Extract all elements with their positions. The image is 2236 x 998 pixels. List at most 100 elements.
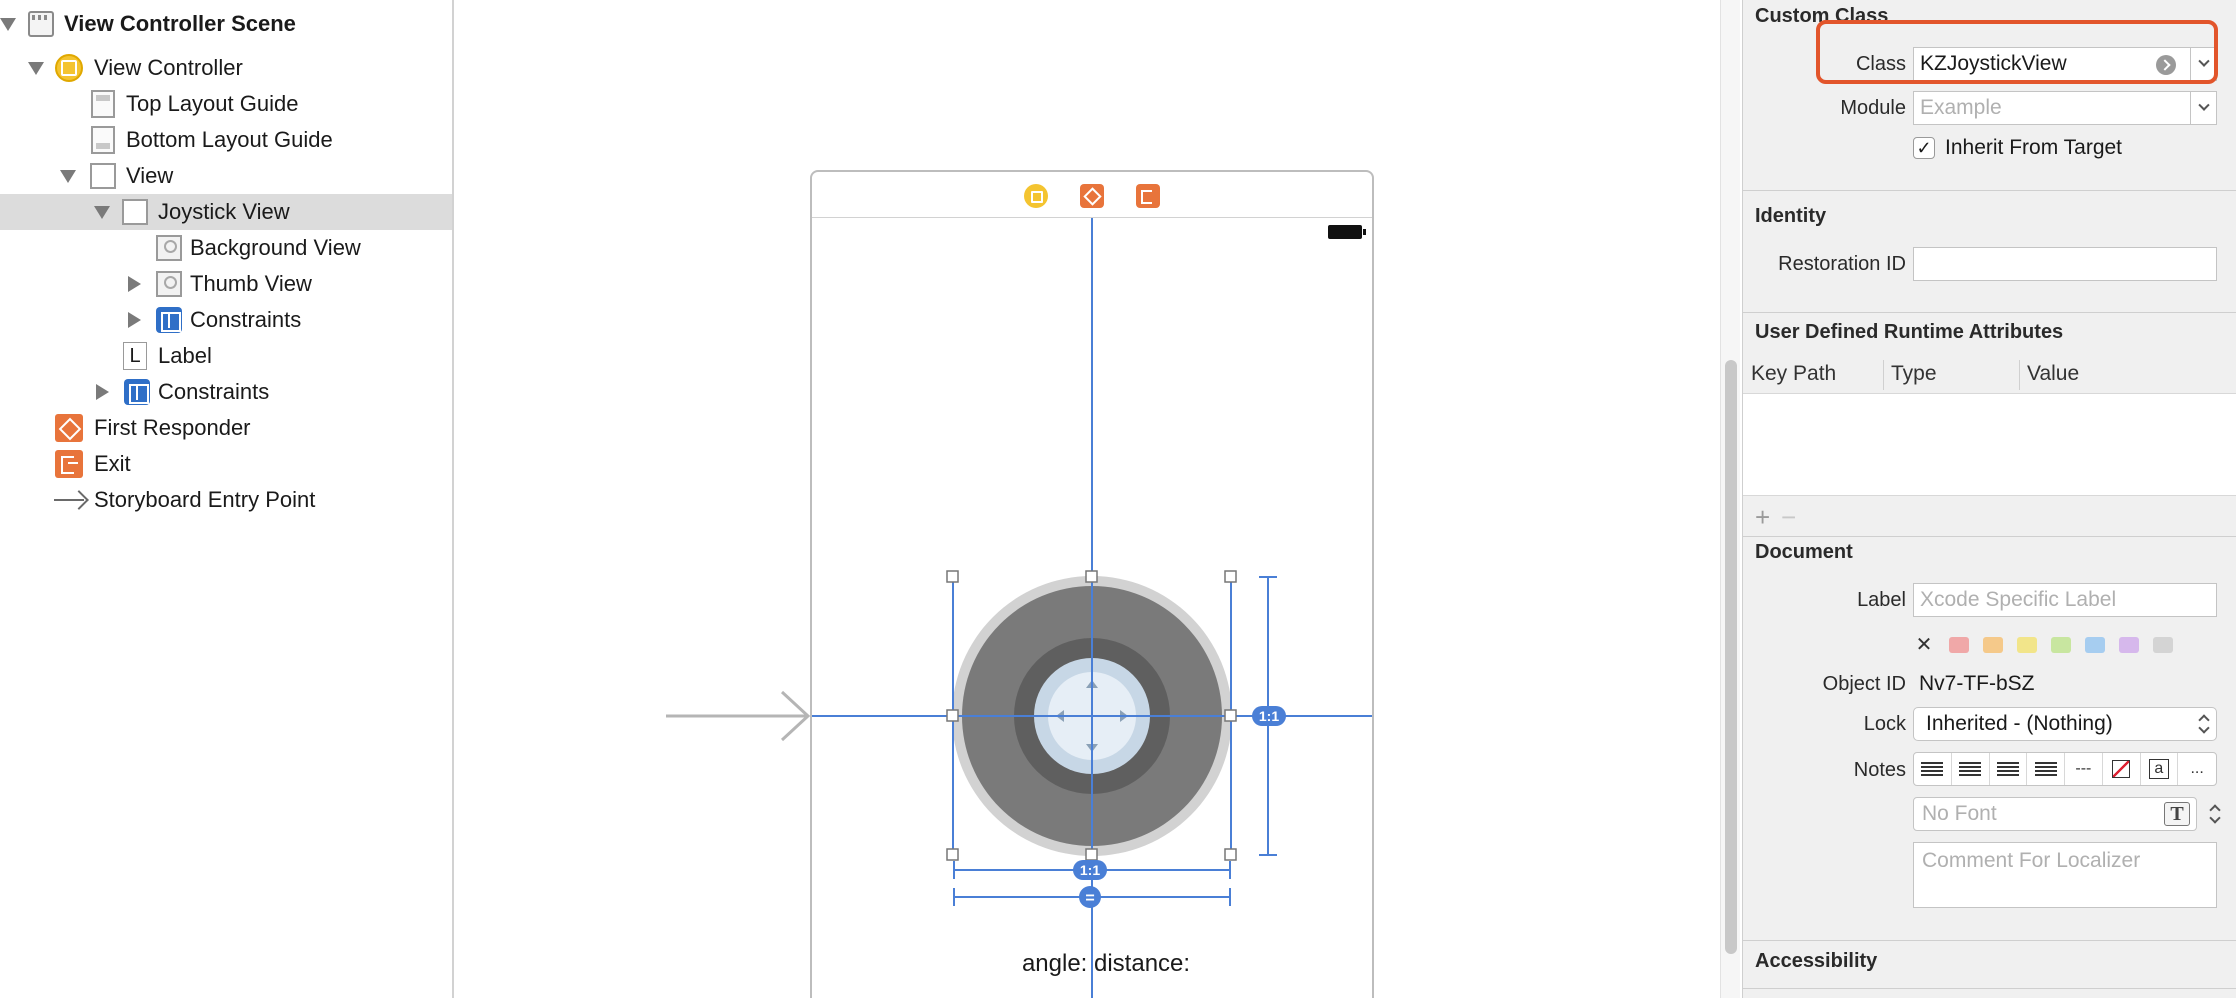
outline-item-joystick-view[interactable]: Joystick View <box>0 194 452 230</box>
runtime-attributes-table[interactable] <box>1743 394 2236 496</box>
resize-handle <box>1224 570 1237 583</box>
module-dropdown-button[interactable] <box>2190 92 2216 124</box>
outline-item-exit[interactable]: Exit <box>0 446 452 482</box>
ratio-badge-right-text: 1:1 <box>1259 708 1279 724</box>
outline-item-label: View Controller Scene <box>64 11 296 36</box>
red-swatch[interactable] <box>1949 636 1969 653</box>
outline-item-first-responder[interactable]: First Responder <box>0 410 452 446</box>
align-center-button[interactable] <box>1952 753 1990 785</box>
align-left-button[interactable] <box>1914 753 1952 785</box>
inherit-checkbox[interactable]: ✓ <box>1913 137 1935 159</box>
outline-item-constraints-inner[interactable]: Constraints <box>0 302 452 338</box>
document-label-field[interactable]: Xcode Specific Label <box>1913 583 2217 617</box>
font-picker-icon[interactable]: T <box>2164 802 2190 826</box>
resize-handle <box>1085 848 1098 861</box>
disclosure-down-icon[interactable] <box>94 206 110 219</box>
text-style-button[interactable]: a <box>2141 753 2179 785</box>
label-color-swatches: ✕ <box>1913 632 2173 657</box>
label-icon: L <box>120 341 150 371</box>
class-highlight-annotation <box>1816 20 2218 84</box>
lock-popup[interactable]: Inherited - (Nothing) <box>1913 707 2217 741</box>
outline-item-label: Joystick View <box>158 199 290 224</box>
add-attribute-button[interactable]: + <box>1755 502 1770 533</box>
no-color-icon <box>2112 760 2131 778</box>
restoration-id-field[interactable] <box>1913 247 2217 281</box>
scrollbar-thumb[interactable] <box>1725 360 1737 954</box>
runtime-attributes-controls: + − <box>1743 498 2236 532</box>
resize-handle <box>1224 709 1237 722</box>
disclosure-right-icon[interactable] <box>128 312 141 328</box>
angle-distance-label[interactable]: angle: distance: <box>956 950 1256 978</box>
disclosure-down-icon[interactable] <box>0 18 16 31</box>
outline-item-label-view[interactable]: L Label <box>0 338 452 374</box>
no-color-button[interactable] <box>2103 753 2141 785</box>
equal-badge-text: = <box>1085 890 1094 907</box>
outline-item-thumb-view[interactable]: Thumb View <box>0 266 452 302</box>
outline-item-view[interactable]: View <box>0 158 452 194</box>
canvas-overlay: 1:1 1:1 = <box>666 218 1372 998</box>
module-row: Module Example <box>1743 90 2236 126</box>
column-divider <box>1883 360 1884 390</box>
storyboard-canvas[interactable]: 1:1 1:1 = angle: distance: <box>456 0 1718 998</box>
outline-item-label: Storyboard Entry Point <box>94 487 316 512</box>
clear-color-icon[interactable]: ✕ <box>1913 632 1935 657</box>
outline-item-label: View <box>126 163 174 188</box>
column-key-path[interactable]: Key Path <box>1751 362 1836 386</box>
accessibility-title: Accessibility <box>1755 950 1878 972</box>
more-button[interactable]: ... <box>2178 753 2216 785</box>
text-style-icon: a <box>2148 759 2169 779</box>
disclosure-down-icon[interactable] <box>28 62 44 75</box>
disclosure-down-icon[interactable] <box>60 170 76 183</box>
column-divider <box>2019 360 2020 390</box>
notes-toolbar: --- a ... <box>1913 752 2217 786</box>
blue-swatch[interactable] <box>2085 636 2105 653</box>
outline-item-view-controller[interactable]: View Controller <box>0 50 452 86</box>
accessibility-divider <box>1743 988 2236 989</box>
image-view-icon <box>154 233 184 263</box>
align-justify-button[interactable] <box>2027 753 2065 785</box>
view-icon <box>120 197 150 227</box>
updown-chevron-icon <box>2198 713 2210 735</box>
green-swatch[interactable] <box>2051 636 2071 653</box>
outline-item-view-controller-scene[interactable]: View Controller Scene <box>0 6 452 42</box>
column-type[interactable]: Type <box>1891 362 1937 386</box>
identity-section <box>1743 190 2236 191</box>
outline-item-bottom-layout-guide[interactable]: Bottom Layout Guide <box>0 122 452 158</box>
outline-item-top-layout-guide[interactable]: Top Layout Guide <box>0 86 452 122</box>
disclosure-right-icon[interactable] <box>128 276 141 292</box>
outline-item-background-view[interactable]: Background View <box>0 230 452 266</box>
document-section <box>1743 536 2236 537</box>
outline-item-constraints-outer[interactable]: Constraints <box>0 374 452 410</box>
localizer-comment-field[interactable]: Comment For Localizer <box>1913 842 2217 908</box>
module-combo-box[interactable]: Example <box>1913 91 2217 125</box>
document-label-label: Label <box>1857 588 1906 611</box>
orange-swatch[interactable] <box>1983 636 2003 653</box>
layout-guide-icon <box>88 125 118 155</box>
outline-item-label: View Controller <box>94 55 243 80</box>
runtime-attributes-header: Key Path Type Value <box>1743 356 2236 394</box>
remove-attribute-button[interactable]: − <box>1781 502 1796 533</box>
purple-swatch[interactable] <box>2119 636 2139 653</box>
inherit-row: ✓ Inherit From Target <box>1743 130 2236 166</box>
xcode-storyboard-editor: View Controller Scene View Controller To… <box>0 0 2236 998</box>
separator-button[interactable]: --- <box>2065 753 2103 785</box>
font-size-stepper[interactable] <box>2203 797 2221 831</box>
yellow-swatch[interactable] <box>2017 636 2037 653</box>
column-value[interactable]: Value <box>2027 362 2079 386</box>
align-right-button[interactable] <box>1990 753 2028 785</box>
document-title: Document <box>1755 541 1853 563</box>
stepper-icon <box>2209 803 2221 825</box>
outline-item-label: Thumb View <box>190 271 312 296</box>
runtime-attributes-title: User Defined Runtime Attributes <box>1755 321 2064 343</box>
font-field[interactable]: No Font T <box>1913 797 2197 831</box>
exit-icon <box>54 449 84 479</box>
outline-item-label: Constraints <box>190 307 302 332</box>
lock-row: Lock Inherited - (Nothing) <box>1743 706 2236 742</box>
gray-swatch[interactable] <box>2153 636 2173 653</box>
resize-handle <box>1224 848 1237 861</box>
align-center-icon <box>1959 762 1982 776</box>
disclosure-right-icon[interactable] <box>96 384 109 400</box>
canvas-scrollbar[interactable] <box>1720 0 1740 998</box>
notes-label: Notes <box>1853 758 1906 781</box>
outline-item-storyboard-entry-point[interactable]: Storyboard Entry Point <box>0 482 452 518</box>
